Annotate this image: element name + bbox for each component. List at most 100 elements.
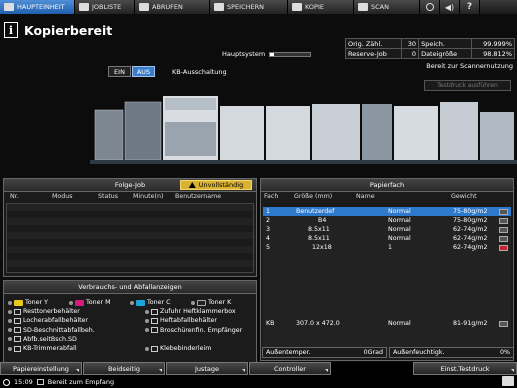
toner-k: Toner K: [191, 299, 231, 306]
toner-y: Toner Y: [8, 299, 69, 306]
status-message: Bereit zum Empfang: [47, 378, 115, 386]
tray-row-4[interactable]: 4 8.5x11 Normal 62-74g/m2: [263, 234, 511, 243]
tab-speichern[interactable]: SPEICHERN: [210, 0, 288, 14]
staple-icon: [151, 308, 158, 315]
toner-m: Toner M: [69, 299, 130, 306]
staple-waste-icon: [151, 317, 158, 324]
storage-icon[interactable]: [502, 376, 514, 386]
memory-bar: [269, 51, 312, 57]
testdruck-button[interactable]: Testdruck ausführen: [424, 80, 511, 91]
dateigroesse-label: Dateigröße: [418, 48, 472, 59]
bottom-button-bar: Papiereinstellung Beidseitig Justage Con…: [0, 362, 517, 375]
warning-icon: [188, 182, 196, 188]
glue-icon: [151, 345, 158, 352]
counter-table: Orig. Zähl. 30 Speich. 99.999% Reserve-J…: [344, 38, 516, 59]
clock-icon: [3, 378, 10, 386]
punch-icon: [14, 317, 21, 324]
booklet-icon: [151, 327, 158, 334]
scan-ready-text: Bereit zur Scannernutzung: [426, 62, 513, 70]
speich-value: 99.999%: [470, 38, 516, 49]
tray-icon: [499, 226, 508, 233]
status-line: 15:09 Bereit zum Empfang: [0, 376, 517, 388]
dateigroesse-value: 98.812%: [470, 48, 516, 59]
papierfach-list: 1 Benutzerdef Normal 75-80g/m2 2 B4 Norm…: [263, 207, 511, 357]
trimmer-icon: [14, 345, 21, 352]
toner-k-icon: [197, 299, 206, 306]
ein-button[interactable]: EIN: [108, 66, 131, 77]
page-title: Kopierbereit: [24, 22, 113, 38]
tab-abrufen[interactable]: ABRUFEN: [135, 0, 210, 14]
power-toggle: EIN AUS: [108, 66, 155, 77]
speaker-icon: ◀): [444, 2, 455, 12]
abfb-seitbsch-sd: Abfb.seitBsch.SD: [8, 336, 77, 343]
tab-scan[interactable]: SCAN: [354, 0, 420, 14]
memory-bar-fill: [270, 52, 275, 56]
tab-jobliste[interactable]: JOBLISTE: [75, 0, 135, 14]
verbrauch-panel: Verbrauchs- und Abfallanzeigen Toner Y T…: [3, 280, 257, 368]
globe-button[interactable]: [420, 0, 440, 14]
toner-m-icon: [75, 299, 84, 306]
tray-icon: [499, 235, 508, 242]
kb-trimmerabfall: KB-Trimmerabfall: [8, 345, 145, 352]
reserve-job-label: Reserve-Job: [344, 48, 403, 59]
environment-status: Außentemper. 0Grad Außenfeuchtigk. 0%: [262, 347, 514, 358]
papiereinstellung-button[interactable]: Papiereinstellung: [0, 362, 82, 375]
orig-count-label: Orig. Zähl.: [344, 38, 403, 49]
zufuhr-heftklammerbox: Zufuhr Heftklammerbox: [145, 308, 236, 315]
tray-row-2[interactable]: 2 B4 Normal 75-80g/m2: [263, 216, 511, 225]
copy-icon: [292, 3, 302, 11]
papierfach-title: Papierfach: [261, 179, 513, 192]
memory-label: Hauptsystem: [222, 50, 266, 58]
list-icon: [79, 3, 89, 11]
memory-indicator: Hauptsystem: [222, 50, 312, 58]
receive-icon: [36, 379, 44, 385]
locherabfallbehaelter: Locherabfallbehälter: [8, 317, 145, 324]
help-button[interactable]: ?: [460, 0, 480, 14]
heftabfallbehaelter: Heftabfallbehälter: [145, 317, 217, 324]
scan-icon: [358, 3, 368, 11]
einst-testdruck-button[interactable]: Einst.Testdruck: [413, 362, 517, 375]
temp-label: Außentemper.: [266, 349, 311, 356]
justage-button[interactable]: Justage: [166, 362, 248, 375]
tray-row-5[interactable]: 5 12x18 1 62-74g/m2: [263, 243, 511, 252]
folge-job-list[interactable]: [6, 203, 254, 273]
tray-icon: [499, 320, 508, 327]
kb-ausschaltung-label: KB-Ausschaltung: [172, 68, 227, 76]
toner-c: Toner C: [130, 299, 191, 306]
side-trim-icon: [14, 336, 21, 343]
resttonerbehaelter: Resttonerbehälter: [8, 308, 145, 315]
unvollstaendig-button[interactable]: Unvollständig: [180, 180, 252, 190]
tray-row-kb[interactable]: KB 307.0 x 472.0 Normal 81-91g/m2: [263, 319, 511, 328]
machine-illustration[interactable]: [90, 92, 517, 174]
main-area: i Kopierbereit Hauptsystem Orig. Zähl. 3…: [0, 14, 517, 368]
save-icon: [214, 3, 224, 11]
copier-icon: [4, 3, 14, 11]
orig-count-value: 30: [401, 38, 420, 49]
folge-job-title: Folge-Job: [114, 181, 146, 189]
aus-button[interactable]: AUS: [132, 66, 155, 77]
consumables-list: Toner Y Toner M Toner C Toner K Resttone…: [8, 298, 254, 353]
papierfach-header: Fach Größe (mm) Name Gewicht: [264, 193, 477, 200]
feucht-label: Außenfeuchtigk.: [393, 349, 445, 356]
help-icon: ?: [466, 2, 473, 12]
toner-c-icon: [136, 299, 145, 306]
folge-job-panel: Folge-Job Unvollständig Nr. Modus Status…: [3, 178, 257, 277]
klebebinderleim: Klebebinderleim: [145, 345, 211, 352]
tray-row-3[interactable]: 3 8.5x11 Normal 62-74g/m2: [263, 225, 511, 234]
toner-y-icon: [14, 299, 23, 306]
papierfach-panel: Papierfach Fach Größe (mm) Name Gewicht …: [260, 178, 514, 361]
tray-row-1[interactable]: 1 Benutzerdef Normal 75-80g/m2: [263, 207, 511, 216]
beidseitig-button[interactable]: Beidseitig: [83, 362, 165, 375]
speaker-button[interactable]: ◀): [440, 0, 460, 14]
tab-kopie[interactable]: KOPIE: [288, 0, 354, 14]
tray-icon: [499, 208, 508, 215]
tray-alert-icon: [499, 244, 508, 251]
tab-haupteinheit[interactable]: HAUPTEINHEIT: [0, 0, 75, 14]
controller-button[interactable]: Controller: [249, 362, 331, 375]
status-time: 15:09: [14, 378, 33, 386]
title-bar: i Kopierbereit: [4, 22, 112, 38]
info-icon[interactable]: i: [4, 22, 18, 38]
top-tab-bar: HAUPTEINHEIT JOBLISTE ABRUFEN SPEICHERN …: [0, 0, 517, 14]
verbrauch-title: Verbrauchs- und Abfallanzeigen: [4, 281, 256, 294]
temp-value: 0Grad: [363, 349, 383, 356]
